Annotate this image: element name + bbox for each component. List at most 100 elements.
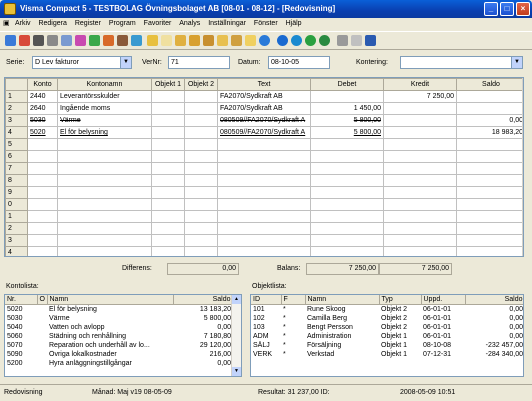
list-item[interactable]: 5070 Reparation och underhåll av lo... 29 … [5,341,233,350]
menu-register[interactable]: Register [72,18,104,30]
search-icon[interactable] [75,35,86,46]
cell-objekt1[interactable] [151,150,185,163]
cell-kredit[interactable] [383,162,457,175]
table-row[interactable]: 8 [5,174,523,187]
cell-konto[interactable] [27,198,58,211]
cell-kontonamn[interactable] [57,186,152,199]
settings-icon[interactable] [365,35,376,46]
cell-konto[interactable] [27,138,58,151]
book-icon[interactable] [89,35,100,46]
cell-text[interactable] [217,222,311,235]
chevron-down-icon[interactable]: ▼ [120,57,131,68]
cell-konto[interactable] [27,186,58,199]
cell-kontonamn[interactable] [57,174,152,187]
table-row[interactable]: 5 [5,138,523,151]
next-icon[interactable] [305,35,316,46]
cell-kontonamn[interactable] [57,222,152,235]
folder-export-icon[interactable] [203,35,214,46]
folder-up-icon[interactable] [245,35,256,46]
kontering-select[interactable]: ▼ [400,56,523,69]
cell-saldo[interactable]: 18 983,20 [456,126,523,139]
list-item[interactable]: 5090 Övriga lokalkostnader 216,00 [5,350,233,359]
cell-objekt2[interactable] [184,114,218,127]
preview-icon[interactable] [61,35,72,46]
cell-debet[interactable] [310,150,384,163]
last-icon[interactable] [319,35,330,46]
cell-saldo[interactable] [456,138,523,151]
table-row[interactable]: 1 [5,210,523,223]
cell-konto[interactable] [27,210,58,223]
cell-text[interactable]: FA2070/Sydkraft AB [217,90,311,103]
kl-col-namn[interactable]: Namn [47,295,174,305]
kl-col-o[interactable]: O [37,295,48,305]
cell-text[interactable] [217,162,311,175]
cell-objekt1[interactable] [151,102,185,115]
cell-konto[interactable]: 2640 [27,102,58,115]
kontolista-scrollbar[interactable]: ▲ ▼ [231,295,241,376]
ol-col-f[interactable]: F [281,295,306,305]
list-item[interactable]: 5060 Städning och renhållning 7 180,80 [5,332,233,341]
cell-debet[interactable]: 5 800,00 [310,126,384,139]
list-item[interactable]: ADM * Administration Objekt 1 06-01-01 0,00 [251,332,523,341]
cell-text[interactable] [217,174,311,187]
cell-konto[interactable]: 2440 [27,90,58,103]
cell-text[interactable] [217,234,311,247]
cell-debet[interactable] [310,186,384,199]
cell-text[interactable]: FA2070/Sydkraft AB [217,102,311,115]
folder-icon[interactable] [147,35,158,46]
save-icon[interactable] [33,35,44,46]
table-row[interactable]: 2 [5,222,523,235]
cell-kontonamn[interactable]: Ingående moms [57,102,152,115]
table-row[interactable]: 7 [5,162,523,175]
cell-kredit[interactable] [383,222,457,235]
list-item[interactable]: 102 * Camilla Berg Objekt 2 06-01-01 0,00 [251,314,523,323]
cell-debet[interactable] [310,246,384,256]
scroll-down-icon[interactable]: ▼ [232,367,241,376]
cell-konto[interactable]: 5020 [27,126,58,139]
cell-text[interactable] [217,138,311,151]
cell-debet[interactable]: 1 450,00 [310,102,384,115]
cell-saldo[interactable]: 0,00 [456,114,523,127]
cell-text[interactable]: 080509//FA2070/Sydkraft A [217,126,311,139]
cell-kontonamn[interactable] [57,138,152,151]
cell-debet[interactable] [310,222,384,235]
chevron-down-icon[interactable]: ▼ [511,57,522,68]
document-icon[interactable] [161,35,172,46]
folder-open-icon[interactable] [175,35,186,46]
list-item[interactable]: 103 * Bengt Persson Objekt 2 06-01-01 0,00 [251,323,523,332]
cell-saldo[interactable] [456,222,523,235]
col-saldo[interactable]: Saldo [456,78,523,91]
cell-objekt1[interactable] [151,210,185,223]
list-item[interactable]: 5200 Hyra anläggningstillgångar 0,00 [5,359,233,368]
table-row[interactable]: 9 [5,186,523,199]
cell-text[interactable] [217,246,311,256]
cell-konto[interactable]: 5030 [27,114,58,127]
cell-objekt1[interactable] [151,186,185,199]
cell-kontonamn[interactable] [57,162,152,175]
cell-kredit[interactable] [383,174,457,187]
cell-konto[interactable] [27,162,58,175]
menu-installningar[interactable]: Inställningar [205,18,249,30]
list-item[interactable]: VERK * Verkstad Objekt 1 07-12-31 -284 340,00 [251,350,523,359]
cell-konto[interactable] [27,174,58,187]
cell-saldo[interactable] [456,234,523,247]
menu-fonster[interactable]: Fönster [251,18,281,30]
cell-objekt2[interactable] [184,138,218,151]
ol-col-typ[interactable]: Typ [379,295,422,305]
cell-kredit[interactable] [383,138,457,151]
cell-objekt1[interactable] [151,138,185,151]
cell-kredit[interactable] [383,126,457,139]
cell-saldo[interactable] [456,90,523,103]
prev-icon[interactable] [291,35,302,46]
table-row[interactable]: 4 5020 El för belysning 080509//FA2070/Sydk… [5,126,523,139]
cell-kontonamn[interactable] [57,198,152,211]
restore-button[interactable]: □ [500,2,514,16]
report-icon[interactable] [103,35,114,46]
table-row[interactable]: 3 5030 Värme 080509//FA2070/Sydkraft A5 800… [5,114,523,127]
cell-kontonamn[interactable] [57,210,152,223]
cell-konto[interactable] [27,234,58,247]
cell-debet[interactable] [310,198,384,211]
cell-debet[interactable] [310,162,384,175]
cell-objekt1[interactable] [151,162,185,175]
table-row[interactable]: 2 2640 Ingående moms FA2070/Sydkraft AB 1 45… [5,102,523,115]
